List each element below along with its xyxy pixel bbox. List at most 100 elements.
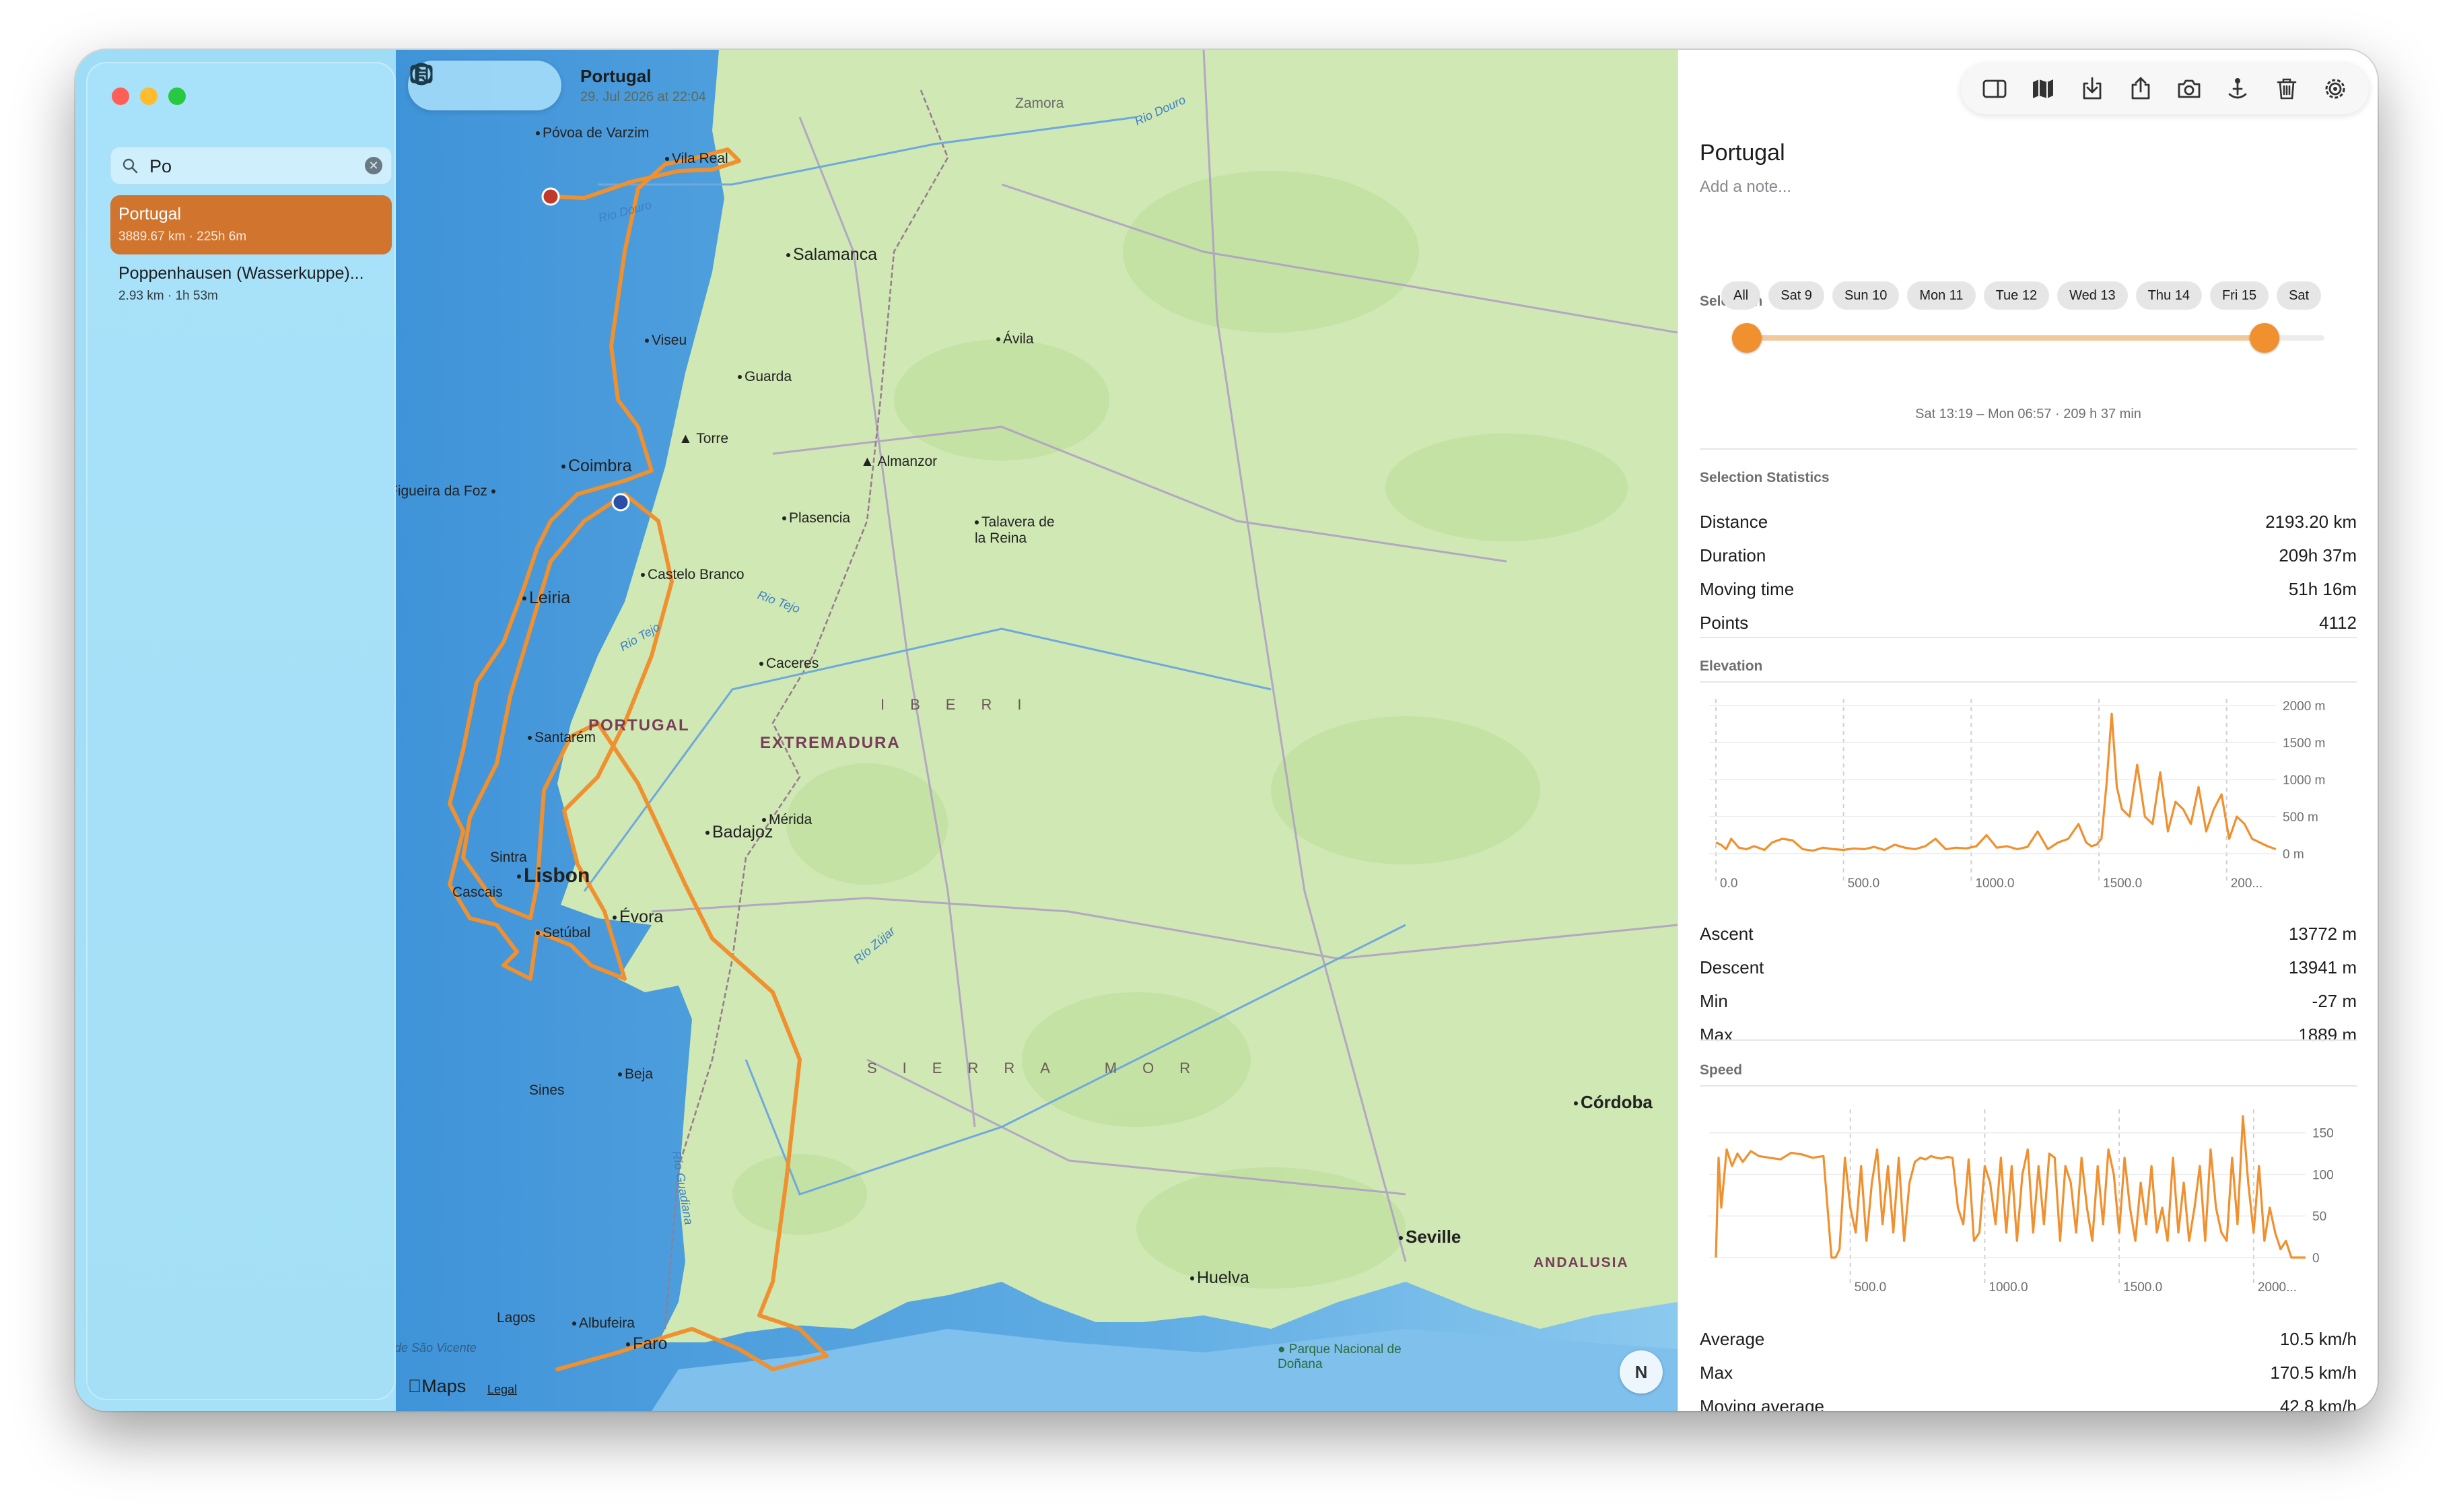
slider-end-handle[interactable]	[2250, 323, 2280, 353]
search-input[interactable]	[148, 151, 353, 182]
person-pin-icon	[2228, 78, 2247, 99]
stat-row: Max 170.5 km/h	[1700, 1363, 2357, 1389]
day-chip[interactable]: Sat	[2277, 281, 2322, 310]
slider-start-handle[interactable]	[1732, 323, 1762, 353]
selection-slider[interactable]	[1732, 323, 2324, 353]
map-label: Albufeira	[572, 1315, 635, 1332]
stat-label: Moving time	[1700, 579, 1795, 599]
stat-label: Min	[1700, 991, 1728, 1011]
x-tick-label: 2000...	[2258, 1280, 2297, 1295]
map-label: Figueira da Foz	[396, 483, 498, 500]
x-axis-label: km	[2262, 906, 2279, 907]
y-tick-label: 500 m	[2283, 811, 2318, 825]
inspector-toolbar	[1961, 63, 2369, 114]
toggle-sidebar-button[interactable]	[410, 65, 549, 104]
clear-search-icon[interactable]: ✕	[365, 157, 382, 174]
stat-row: Min -27 m	[1700, 991, 2357, 1018]
stat-label: Moving average	[1700, 1396, 1824, 1411]
stat-row: Descent 13941 m	[1700, 957, 2357, 984]
download-button[interactable]	[2076, 73, 2108, 105]
track-title[interactable]: Portugal	[1700, 140, 1785, 166]
map-view[interactable]: Portugal 29. Jul 2026 at 22:04 Póvoa de …	[396, 50, 1678, 1411]
filter-button[interactable]	[410, 63, 503, 104]
note-field[interactable]: Add a note...	[1700, 178, 1791, 197]
snapshot-button[interactable]	[2173, 73, 2205, 105]
slider-fill	[1747, 335, 2265, 341]
stat-label: Average	[1700, 1329, 1765, 1349]
stat-row: Moving average 42.8 km/h	[1700, 1396, 2357, 1411]
day-chip[interactable]: Sat 9	[1768, 281, 1824, 310]
map-label: ▲ Almanzor	[860, 454, 938, 469]
stat-label: Max	[1700, 1363, 1733, 1383]
legal-link[interactable]: Legal	[487, 1383, 517, 1397]
day-chip[interactable]: All	[1721, 281, 1761, 310]
stat-row: Points 4112	[1700, 613, 2357, 640]
series-line	[1715, 712, 2277, 852]
day-chip[interactable]: Thu 14	[2135, 281, 2202, 310]
x-axis-label: km	[2292, 1310, 2309, 1311]
x-tick-label: 200...	[2231, 877, 2263, 891]
map-label: Plasencia	[782, 510, 850, 526]
camera-icon	[2178, 79, 2201, 98]
day-chip[interactable]: Mon 11	[1907, 281, 1976, 310]
stat-value: 10.5 km/h	[2279, 1329, 2357, 1349]
sidebar: ✕ Portugal 3889.67 km · 225h 6m Poppenha…	[75, 50, 396, 1411]
zoom-window-button[interactable]	[168, 88, 186, 105]
day-chips: All Sat 9 Sun 10 Mon 11 Tue 12 Wed 13 Thu 14 Fr…	[1721, 281, 2357, 311]
current-position-marker[interactable]	[611, 493, 630, 512]
anchor-button[interactable]	[2221, 73, 2254, 105]
map-label: Setúbal	[536, 925, 590, 941]
toggle-inspector-button[interactable]	[1978, 73, 2011, 105]
settings-button[interactable]	[2319, 73, 2351, 105]
download-icon	[2083, 77, 2102, 100]
y-tick-label: 50	[2312, 1210, 2326, 1224]
map-label: Cabo de São Vicente	[396, 1341, 477, 1354]
day-chip[interactable]: Wed 13	[2057, 281, 2128, 310]
stat-label: Descent	[1700, 957, 1764, 977]
elevation-chart[interactable]: 0.0 500.0 1000.0 1500.0 200... 2000 m 1500 m 10…	[1700, 685, 2357, 907]
divider	[1700, 1085, 2357, 1087]
y-tick-label: 150	[2312, 1127, 2334, 1141]
map-label: SIERRA MOR	[867, 1060, 1216, 1076]
stat-row: Ascent 13772 m	[1700, 924, 2357, 951]
map-label: Salamanca	[786, 245, 877, 265]
map-label: Vila Real	[665, 151, 728, 167]
y-tick-label: 0	[2312, 1251, 2320, 1266]
series-line	[1715, 1115, 2306, 1259]
share-button[interactable]	[2124, 73, 2157, 105]
track-name: Portugal	[118, 205, 182, 224]
day-chip[interactable]: Fri 15	[2209, 281, 2269, 310]
stat-value: 42.8 km/h	[2279, 1396, 2357, 1411]
delete-button[interactable]	[2271, 73, 2303, 105]
map-label: Viseu	[645, 333, 687, 349]
x-tick-label: 0.0	[1720, 877, 1737, 891]
stat-row: Max 1889 m	[1700, 1025, 2357, 1052]
day-chip[interactable]: Sun 10	[1832, 281, 1900, 310]
search-field[interactable]: ✕	[110, 147, 392, 184]
map-label: Coimbra	[561, 456, 631, 476]
route-start-marker[interactable]	[541, 187, 560, 206]
x-tick-label: 1500.0	[2103, 877, 2142, 891]
selection-statistics-heading: Selection Statistics	[1700, 470, 1830, 485]
stat-value: 209h 37m	[2279, 545, 2357, 565]
minimize-window-button[interactable]	[140, 88, 158, 105]
compass-button[interactable]: N	[1620, 1350, 1663, 1394]
stat-value: 13941 m	[2288, 957, 2357, 977]
close-window-button[interactable]	[112, 88, 129, 105]
track-list-item[interactable]: Poppenhausen (Wasserkuppe)... 2.93 km · …	[110, 254, 392, 314]
map-label: Zamora	[1015, 96, 1064, 111]
map-label: ▲ Torre	[679, 431, 729, 446]
map-label: IBERI	[880, 696, 1047, 713]
day-chip[interactable]: Tue 12	[1983, 281, 2050, 310]
search-icon	[123, 158, 138, 174]
map-label: Sintra	[490, 850, 527, 865]
stat-label: Distance	[1700, 512, 1768, 532]
track-list-item[interactable]: Portugal 3889.67 km · 225h 6m	[110, 195, 392, 254]
y-tick-label: 1500 m	[2283, 736, 2325, 751]
stat-label: Ascent	[1700, 924, 1754, 944]
maps-attribution: Maps	[408, 1376, 466, 1396]
map-track-header: Portugal 29. Jul 2026 at 22:04	[580, 66, 706, 105]
speed-chart[interactable]: 500.0 1000.0 1500.0 2000... 150 100 50 0 km	[1700, 1089, 2357, 1311]
map-label: Seville	[1399, 1227, 1461, 1247]
map-style-button[interactable]	[2027, 73, 2059, 105]
